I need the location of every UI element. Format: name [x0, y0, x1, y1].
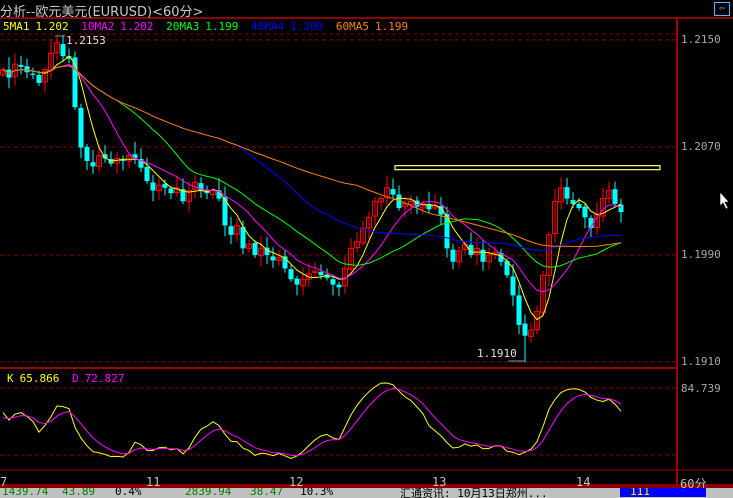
candle-body-down	[612, 189, 618, 204]
candle-body-down	[144, 167, 150, 182]
status-value: 43.89	[62, 488, 96, 498]
ma-legend-value: 1.199	[375, 20, 409, 33]
ma-legend: 5MA1 1.202 10MA2 1.202 20MA3 1.199 40MA4 1.2…	[3, 20, 414, 33]
high-annotation: 1.2153	[66, 34, 106, 47]
news-ticker[interactable]: 汇通资讯: 10月13日郑州...	[400, 488, 548, 498]
status-value: 2839.94	[185, 488, 232, 498]
candle-body-down	[60, 44, 66, 57]
candle-body-down	[336, 284, 342, 288]
kd-legend: K 65.866 D 72.827	[7, 372, 130, 385]
date-label: 7	[0, 475, 8, 489]
mouse-cursor-icon	[719, 191, 730, 210]
date-label: 12	[289, 475, 304, 489]
d-line	[2, 387, 622, 457]
candle-body-down	[84, 146, 90, 161]
date-label: 14	[576, 475, 591, 489]
status-bar: 1439.74 43.89 0.4% 2839.94 38.47 10.3% 汇…	[0, 488, 733, 498]
price-tick: 1.2070	[681, 140, 721, 153]
ma-line-10ma2	[2, 63, 622, 293]
ma-legend-label: 40MA4	[251, 20, 285, 33]
date-label: 13	[432, 475, 447, 489]
candle-body-down	[270, 256, 276, 261]
candle-body-down	[480, 249, 486, 262]
candle-body-down	[78, 107, 84, 148]
candle-body-down	[168, 188, 174, 194]
status-value: 10.3%	[300, 488, 334, 498]
k-line	[2, 382, 622, 460]
price-tick: 1.2150	[681, 33, 721, 46]
candle-body-down	[510, 276, 516, 296]
ma-legend-value: 1.202	[35, 20, 69, 33]
candle-body-down	[390, 189, 396, 195]
candle-body-down	[18, 64, 24, 67]
ma-legend-value: 1.202	[120, 20, 154, 33]
candle-body-down	[150, 182, 156, 191]
status-value: 38.47	[250, 488, 284, 498]
status-value: 0.4%	[115, 488, 142, 498]
candle-body-down	[330, 279, 336, 285]
ma-legend-label: 5MA1	[3, 20, 30, 33]
date-label: 11	[146, 475, 161, 489]
d-value: 72.827	[84, 372, 125, 385]
candle-body-down	[582, 206, 588, 218]
ma-line-60ma5	[2, 65, 622, 248]
candle-body-down	[516, 295, 522, 325]
status-value: 1439.74	[2, 488, 49, 498]
candle-body-down	[294, 278, 300, 285]
status-value: 111	[620, 488, 706, 498]
ma-legend-label: 60MA5	[335, 20, 369, 33]
candle-body-down	[30, 73, 36, 75]
ma-legend-label: 10MA2	[81, 20, 115, 33]
candle-body-down	[24, 66, 30, 73]
ma-legend-label: 20MA3	[166, 20, 200, 33]
candle-body-down	[618, 204, 624, 213]
candle-body-down	[564, 187, 570, 199]
candle-body-down	[228, 226, 234, 235]
ma-line-40ma4	[2, 65, 622, 251]
d-label: D	[72, 372, 79, 385]
candle-body-down	[252, 242, 258, 256]
kd-axis-tick: 84.739	[681, 382, 721, 395]
k-value: 65.866	[19, 372, 60, 385]
ma-legend-value: 1.200	[290, 20, 324, 33]
price-tick: 1.1990	[681, 248, 721, 261]
low-annotation: 1.1910	[477, 347, 517, 360]
price-tick: 1.1910	[681, 355, 721, 368]
candle-body-down	[450, 249, 456, 262]
candle-body-down	[522, 323, 528, 336]
candle-body-down	[90, 162, 96, 167]
resistance-line	[394, 165, 661, 171]
ma-legend-value: 1.199	[205, 20, 239, 33]
ma-line-20ma3	[2, 65, 622, 268]
candle-body-down	[576, 203, 582, 208]
k-label: K	[7, 372, 14, 385]
candle-body-down	[288, 269, 294, 280]
candle-body-down	[36, 74, 42, 84]
price-chart[interactable]	[0, 0, 733, 498]
candle-body-down	[318, 271, 324, 276]
